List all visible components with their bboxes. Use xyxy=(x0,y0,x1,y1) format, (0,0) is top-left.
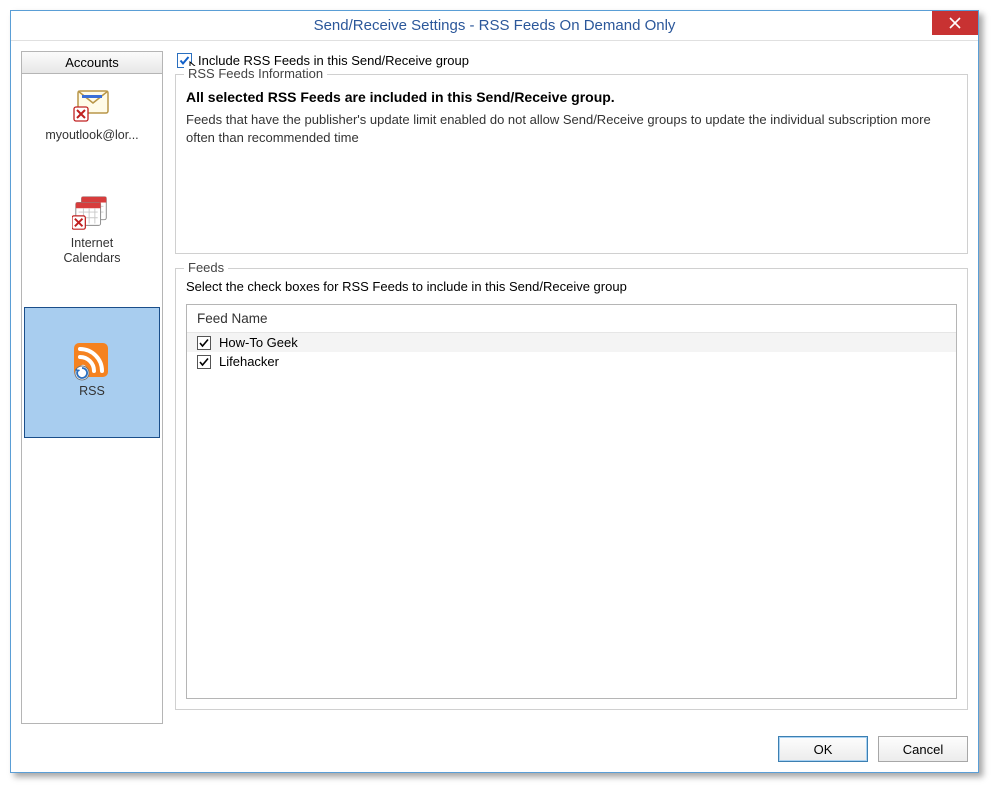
feed-row[interactable]: Lifehacker xyxy=(187,352,956,371)
account-label: Internet Calendars xyxy=(64,236,121,265)
calendar-x-icon xyxy=(72,194,112,232)
rss-info-heading: All selected RSS Feeds are included in t… xyxy=(186,89,957,105)
account-label: myoutlook@lor... xyxy=(45,128,138,142)
cancel-button[interactable]: Cancel xyxy=(878,736,968,762)
accounts-header: Accounts xyxy=(22,52,162,74)
account-label: RSS xyxy=(79,384,105,398)
envelope-x-icon xyxy=(72,86,112,124)
account-item-mail[interactable]: myoutlook@lor... xyxy=(22,74,162,152)
feed-row[interactable]: How-To Geek xyxy=(187,333,956,352)
feed-list: Feed Name How-To Geek xyxy=(186,304,957,699)
feeds-instruction: Select the check boxes for RSS Feeds to … xyxy=(186,279,957,294)
close-icon xyxy=(949,17,961,29)
ok-button[interactable]: OK xyxy=(778,736,868,762)
account-item-calendars[interactable]: Internet Calendars xyxy=(22,182,162,275)
right-panel: Include RSS Feeds in this Send/Receive g… xyxy=(175,51,968,724)
feed-checkbox[interactable] xyxy=(197,355,211,369)
accounts-panel: Accounts myoutlook@lor... xyxy=(21,51,163,724)
dialog-window: Send/Receive Settings - RSS Feeds On Dem… xyxy=(10,10,979,773)
rss-icon xyxy=(72,342,112,380)
feed-name: How-To Geek xyxy=(219,335,298,350)
window-title: Send/Receive Settings - RSS Feeds On Dem… xyxy=(314,17,676,34)
feeds-legend: Feeds xyxy=(184,260,228,275)
rss-info-paragraph: Feeds that have the publisher's update l… xyxy=(186,111,957,146)
feed-column-header: Feed Name xyxy=(187,305,956,333)
dialog-button-row: OK Cancel xyxy=(21,724,968,762)
feeds-group: Feeds Select the check boxes for RSS Fee… xyxy=(175,268,968,710)
rss-info-group: RSS Feeds Information All selected RSS F… xyxy=(175,74,968,254)
rss-info-legend: RSS Feeds Information xyxy=(184,66,327,81)
account-item-rss[interactable]: RSS xyxy=(24,307,160,437)
feed-name: Lifehacker xyxy=(219,354,279,369)
close-button[interactable] xyxy=(932,11,978,35)
feed-checkbox[interactable] xyxy=(197,336,211,350)
titlebar: Send/Receive Settings - RSS Feeds On Dem… xyxy=(11,11,978,41)
